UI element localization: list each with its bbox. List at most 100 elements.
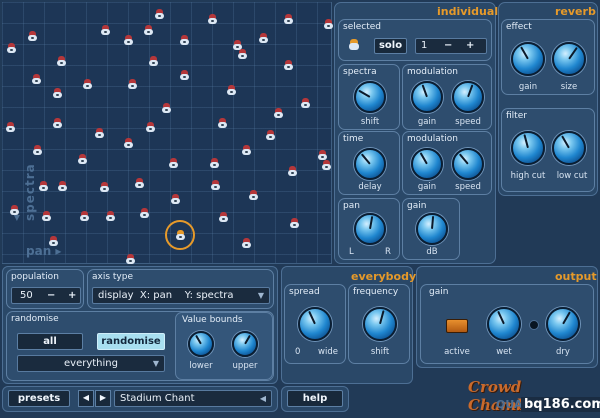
- voice-marker[interactable]: [209, 158, 220, 169]
- solo-button[interactable]: solo: [374, 38, 407, 54]
- voice-marker[interactable]: [134, 178, 145, 189]
- reverb-gain-knob[interactable]: [511, 42, 545, 76]
- dry-knob[interactable]: [546, 307, 580, 341]
- modulation-speed-label-2: speed: [455, 182, 481, 192]
- wet-knob[interactable]: [487, 307, 521, 341]
- spectra-panel: spectra shift: [338, 64, 400, 130]
- population-increment-button[interactable]: +: [68, 288, 76, 303]
- help-button[interactable]: help: [287, 390, 343, 407]
- voice-marker[interactable]: [6, 43, 17, 54]
- voice-marker[interactable]: [56, 56, 67, 67]
- voice-marker[interactable]: [218, 212, 229, 223]
- voice-marker[interactable]: [179, 70, 190, 81]
- voice-marker[interactable]: [143, 25, 154, 36]
- modulation-speed-knob-1[interactable]: [452, 81, 484, 113]
- axis-type-select[interactable]: display X: pan Y: spectra ▼: [92, 287, 270, 304]
- gain-unit-label: dB: [426, 247, 438, 257]
- voice-marker[interactable]: [31, 74, 42, 85]
- voice-grid[interactable]: ◂ spectra pan ▸: [2, 2, 334, 265]
- voice-marker[interactable]: [38, 181, 49, 192]
- population-decrement-button[interactable]: −: [47, 288, 55, 303]
- population-stepper[interactable]: 50 − +: [11, 287, 81, 304]
- voice-marker[interactable]: [94, 128, 105, 139]
- randomise-target-select[interactable]: everything ▼: [17, 355, 165, 372]
- voice-marker[interactable]: [82, 79, 93, 90]
- modulation-gain-knob-1[interactable]: [411, 81, 443, 113]
- voice-marker[interactable]: [123, 138, 134, 149]
- modulation-gain-knob-2[interactable]: [411, 148, 443, 180]
- voice-marker[interactable]: [179, 35, 190, 46]
- voice-marker[interactable]: [237, 49, 248, 60]
- voice-marker[interactable]: [321, 160, 332, 171]
- preset-previous-button[interactable]: ◀: [78, 390, 94, 407]
- voice-marker[interactable]: [105, 211, 116, 222]
- voice-marker[interactable]: [170, 194, 181, 205]
- active-toggle[interactable]: [446, 319, 468, 333]
- modulation-speed-knob-2[interactable]: [452, 148, 484, 180]
- voice-marker[interactable]: [289, 218, 300, 229]
- voice-marker[interactable]: [123, 35, 134, 46]
- voice-marker[interactable]: [52, 118, 63, 129]
- voice-marker[interactable]: [283, 14, 294, 25]
- preset-next-button[interactable]: ▶: [95, 390, 111, 407]
- voice-marker[interactable]: [154, 9, 165, 20]
- voice-increment-button[interactable]: +: [466, 39, 474, 53]
- voice-marker[interactable]: [125, 254, 136, 265]
- time-label: time: [343, 134, 364, 144]
- voice-marker[interactable]: [139, 208, 150, 219]
- voice-marker[interactable]: [226, 85, 237, 96]
- upper-bound-knob[interactable]: [232, 331, 258, 357]
- selected-voice-ring[interactable]: [165, 220, 195, 250]
- low-cut-knob[interactable]: [552, 131, 586, 165]
- pan-knob[interactable]: [354, 213, 386, 245]
- voice-marker[interactable]: [79, 211, 90, 222]
- gain-knob[interactable]: [416, 213, 448, 245]
- reverb-size-knob[interactable]: [552, 42, 586, 76]
- frequency-shift-knob[interactable]: [363, 307, 397, 341]
- spectra-shift-knob[interactable]: [354, 81, 386, 113]
- voice-marker[interactable]: [77, 154, 88, 165]
- presets-button[interactable]: presets: [8, 390, 70, 407]
- voice-marker[interactable]: [148, 56, 159, 67]
- voice-marker[interactable]: [168, 158, 179, 169]
- voice-marker[interactable]: [145, 122, 156, 133]
- voice-marker[interactable]: [273, 108, 284, 119]
- voice-marker[interactable]: [241, 145, 252, 156]
- randomise-button[interactable]: randomise: [97, 333, 165, 350]
- time-delay-knob[interactable]: [354, 148, 386, 180]
- voice-marker[interactable]: [248, 190, 259, 201]
- lower-bound-knob[interactable]: [188, 331, 214, 357]
- voice-marker[interactable]: [5, 122, 16, 133]
- voice-marker[interactable]: [27, 31, 38, 42]
- voice-marker[interactable]: [57, 181, 68, 192]
- spread-knob[interactable]: [298, 307, 332, 341]
- voice-marker[interactable]: [300, 98, 311, 109]
- voice-marker[interactable]: [127, 79, 138, 90]
- spectra-label: spectra: [343, 67, 377, 77]
- spectra-shift-label: shift: [360, 117, 380, 127]
- dry-label: dry: [556, 347, 570, 357]
- voice-marker[interactable]: [241, 238, 252, 249]
- voice-marker[interactable]: [52, 88, 63, 99]
- voice-marker[interactable]: [283, 60, 294, 71]
- voice-number-field[interactable]: 1 − +: [415, 38, 487, 54]
- voice-marker[interactable]: [323, 19, 334, 30]
- reverb-gain-label: gain: [518, 82, 538, 92]
- voice-marker[interactable]: [287, 166, 298, 177]
- voice-marker[interactable]: [100, 25, 111, 36]
- voice-marker[interactable]: [258, 33, 269, 44]
- high-cut-knob[interactable]: [511, 131, 545, 165]
- active-label: active: [444, 347, 470, 357]
- preset-name-field[interactable]: Stadium Chant ◀: [114, 390, 272, 407]
- voice-marker[interactable]: [265, 130, 276, 141]
- voice-marker[interactable]: [210, 180, 221, 191]
- voice-marker[interactable]: [32, 145, 43, 156]
- modulation-label-2: modulation: [407, 134, 458, 144]
- randomise-all-button[interactable]: all: [17, 333, 83, 350]
- voice-marker[interactable]: [161, 103, 172, 114]
- voice-marker[interactable]: [41, 211, 52, 222]
- voice-marker[interactable]: [217, 118, 228, 129]
- voice-marker[interactable]: [207, 14, 218, 25]
- voice-marker[interactable]: [99, 182, 110, 193]
- voice-decrement-button[interactable]: −: [444, 39, 452, 53]
